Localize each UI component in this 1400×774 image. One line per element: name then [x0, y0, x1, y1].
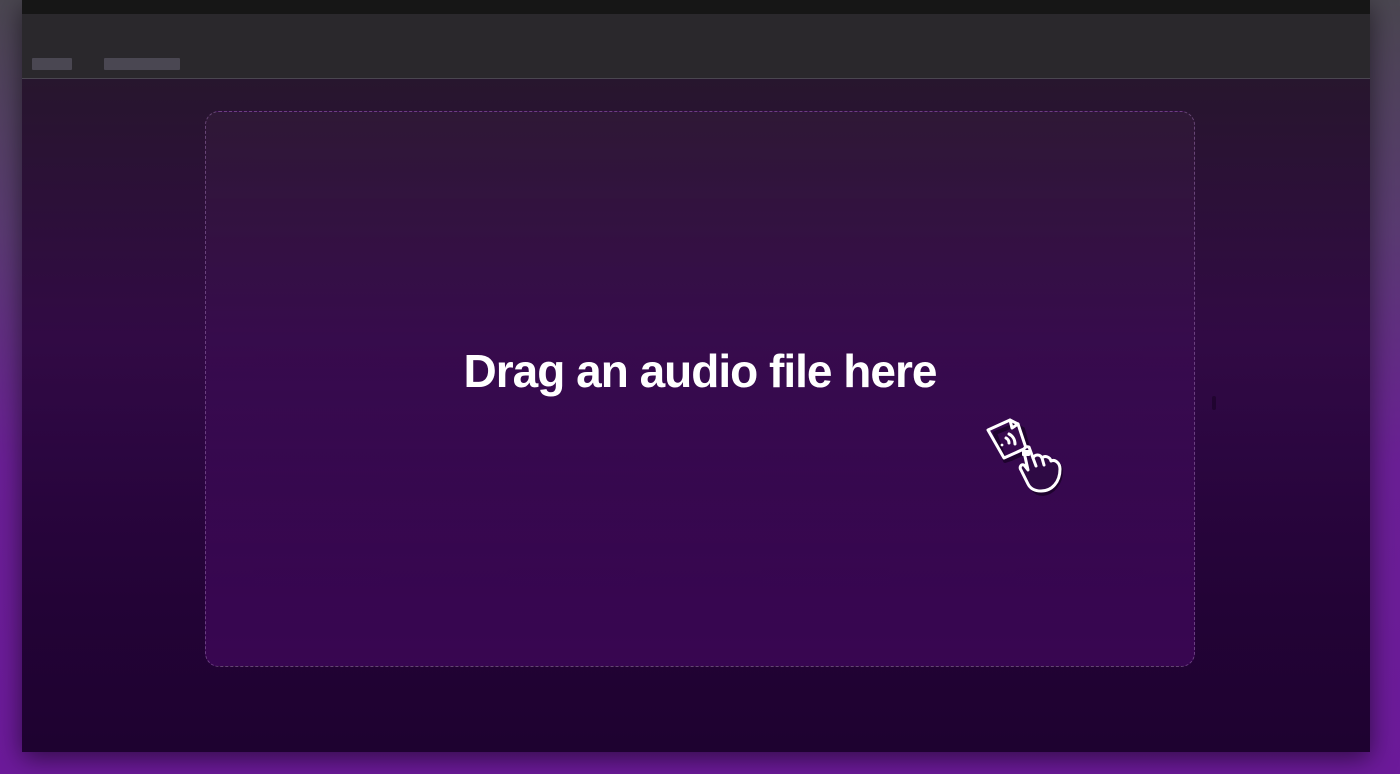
toolbar	[22, 14, 1370, 79]
toolbar-placeholder-long	[104, 58, 180, 70]
drag-file-hand-icon	[986, 418, 1063, 496]
audio-drop-zone[interactable]: Drag an audio file here	[205, 111, 1195, 667]
app-window: Drag an audio file here	[22, 0, 1370, 752]
title-bar	[22, 0, 1370, 14]
divider-mark	[1212, 396, 1216, 410]
drop-zone-label: Drag an audio file here	[463, 345, 938, 397]
toolbar-placeholder-short	[32, 58, 72, 70]
